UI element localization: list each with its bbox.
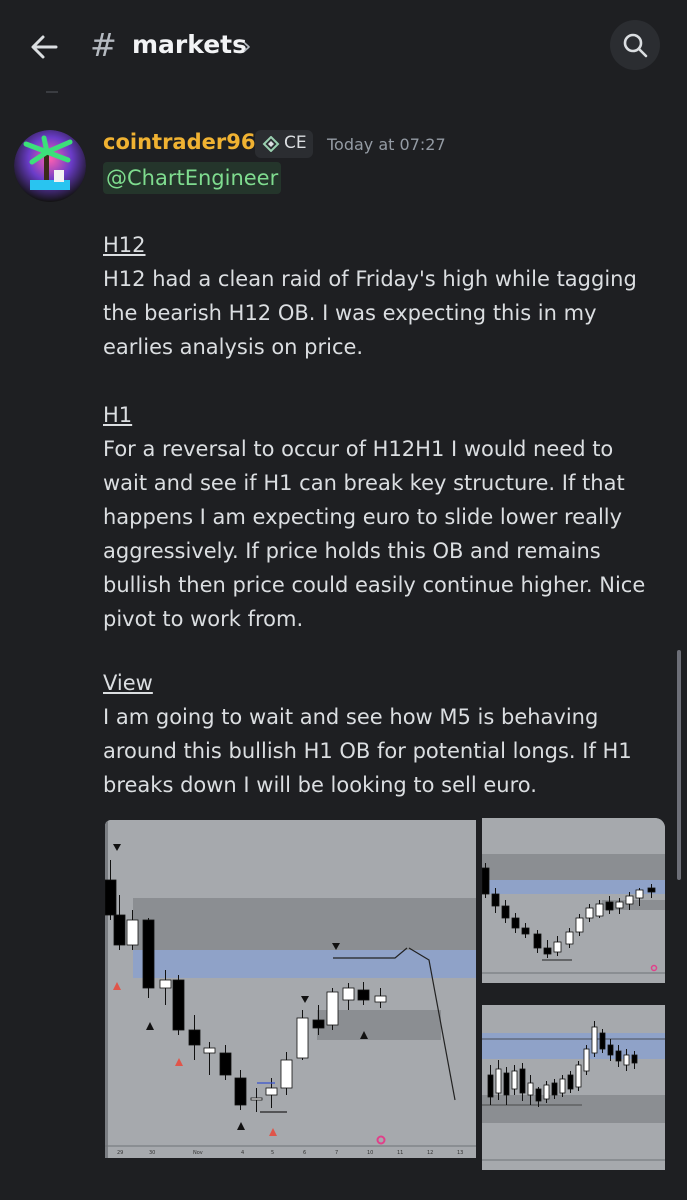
candle	[326, 991, 339, 1026]
candle	[495, 1068, 502, 1094]
x-tick-label: 5	[271, 1150, 274, 1156]
message-timestamp: Today at 07:27	[327, 135, 446, 154]
candle	[625, 895, 634, 905]
candle	[491, 893, 500, 907]
candle	[501, 905, 510, 919]
candle	[503, 1072, 510, 1096]
x-tick-label: 13	[457, 1150, 463, 1156]
user-tag-text: CE	[284, 133, 307, 153]
candle	[482, 867, 490, 895]
chart-image-top-right[interactable]	[482, 818, 665, 983]
candle	[113, 914, 126, 946]
section-text-view: I am going to wait and see how M5 is beh…	[103, 705, 632, 797]
x-tick-label: 6	[303, 1150, 306, 1156]
candle	[521, 927, 530, 935]
candle	[296, 1017, 309, 1059]
x-tick-label: 11	[397, 1150, 403, 1156]
candle	[543, 1084, 550, 1100]
candle	[172, 979, 185, 1031]
channel-name[interactable]: markets	[132, 30, 247, 59]
candle	[575, 1064, 582, 1088]
section-text-h1: For a reversal to occur of H12H1 I would…	[103, 437, 646, 631]
channel-header: # markets ›	[0, 0, 687, 92]
scrollbar[interactable]	[677, 650, 681, 880]
diamond-icon	[262, 136, 280, 152]
candle	[126, 919, 139, 946]
candle	[159, 979, 172, 989]
candle	[142, 919, 155, 989]
candle	[527, 1082, 534, 1096]
chart-image-main[interactable]: 29 30 Nov 4 5 6 7 10 11 12 13	[105, 820, 476, 1158]
avatar[interactable]	[14, 130, 86, 202]
candle	[631, 1054, 638, 1064]
candle	[615, 1050, 622, 1062]
candle	[567, 1074, 574, 1090]
x-tick-label: 7	[335, 1150, 338, 1156]
candle	[280, 1059, 293, 1089]
user-tag-badge[interactable]: CE	[255, 130, 313, 158]
chart-image-bottom-right[interactable]	[482, 1005, 665, 1170]
channel-hash-icon: #	[90, 26, 117, 64]
x-tick-label: 10	[367, 1150, 373, 1156]
candle	[585, 907, 594, 919]
candle	[312, 1019, 325, 1029]
section-heading-h1: H1	[103, 403, 133, 427]
arrow-left-icon	[31, 35, 58, 59]
candle	[607, 1044, 614, 1056]
candle	[535, 1088, 542, 1102]
candle	[583, 1048, 590, 1072]
candle	[250, 1097, 263, 1101]
candle	[647, 887, 656, 893]
candle	[374, 995, 387, 1003]
candle	[591, 1026, 598, 1054]
candle	[551, 1082, 558, 1096]
candle	[105, 879, 117, 916]
search-icon	[623, 33, 648, 58]
candle	[599, 1032, 606, 1050]
candle	[533, 933, 542, 949]
x-tick-label: 4	[241, 1150, 244, 1156]
candle	[615, 901, 624, 909]
section-heading-h12: H12	[103, 233, 146, 257]
user-mention[interactable]: @ChartEngineer	[103, 162, 282, 194]
candle	[511, 917, 520, 929]
x-tick-label: 12	[427, 1150, 433, 1156]
candle	[188, 1029, 201, 1046]
candle	[595, 903, 604, 917]
candle	[623, 1054, 630, 1066]
candle	[565, 931, 574, 945]
candle	[511, 1070, 518, 1090]
candle	[342, 987, 355, 1001]
candle	[635, 889, 644, 899]
section-heading-view: View	[103, 671, 153, 695]
candle	[357, 989, 370, 1001]
x-tick-label: Nov	[193, 1150, 203, 1156]
section-text-h12: H12 had a clean raid of Friday's high wh…	[103, 267, 637, 359]
candle	[605, 901, 614, 911]
back-button[interactable]	[26, 28, 64, 66]
candle	[234, 1077, 247, 1106]
chevron-right-icon[interactable]: ›	[242, 32, 252, 60]
candle	[543, 947, 552, 955]
candle	[203, 1047, 216, 1054]
candle	[265, 1087, 278, 1096]
message-divider	[46, 91, 58, 93]
x-tick-label: 30	[149, 1150, 155, 1156]
candle	[487, 1074, 494, 1098]
username[interactable]: cointrader96	[103, 130, 255, 154]
search-button[interactable]	[610, 20, 660, 70]
candle	[219, 1052, 232, 1076]
candle	[553, 941, 562, 953]
candle	[575, 917, 584, 933]
x-tick-label: 29	[117, 1150, 123, 1156]
candle	[559, 1078, 566, 1094]
candle	[519, 1068, 526, 1094]
